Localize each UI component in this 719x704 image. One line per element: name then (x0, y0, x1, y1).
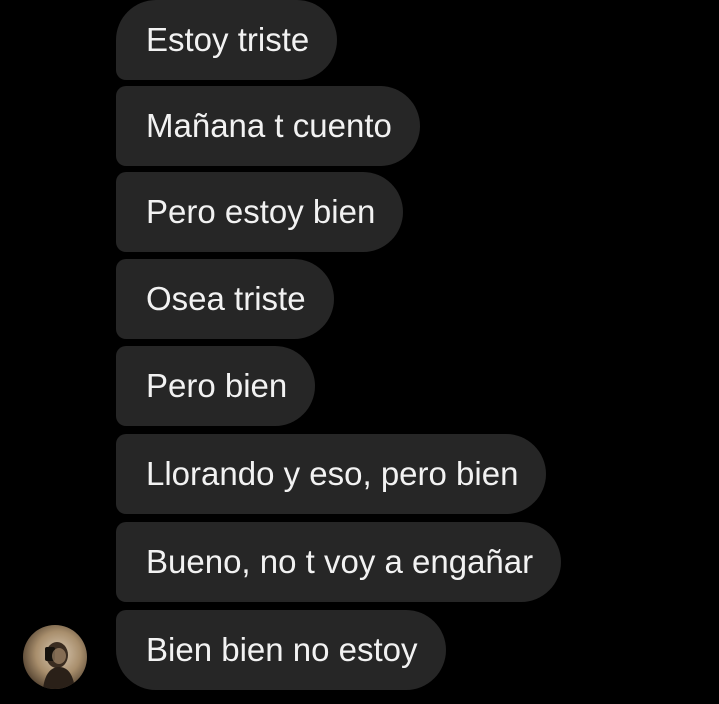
message-bubble[interactable]: Pero estoy bien (116, 172, 404, 252)
message-text: Bueno, no t voy a engañar (146, 543, 534, 580)
message-text: Llorando y eso, pero bien (146, 455, 519, 492)
message-text: Bien bien no estoy (146, 631, 418, 668)
message-bubble[interactable]: Estoy triste (116, 0, 338, 80)
message-bubble[interactable]: Pero bien (116, 346, 316, 426)
profile-photo-icon (43, 642, 75, 689)
message-text: Estoy triste (146, 21, 310, 58)
message-bubble[interactable]: Bueno, no t voy a engañar (116, 522, 562, 602)
message-text: Mañana t cuento (146, 107, 392, 144)
message-bubble[interactable]: Mañana t cuento (116, 86, 420, 166)
message-text: Pero bien (146, 367, 288, 404)
message-text: Osea triste (146, 280, 306, 317)
message-bubble[interactable]: Llorando y eso, pero bien (116, 434, 547, 514)
message-bubble[interactable]: Bien bien no estoy (116, 610, 446, 690)
sender-avatar[interactable] (23, 625, 87, 689)
message-thread: Estoy triste Mañana t cuento Pero estoy … (0, 0, 719, 704)
message-text: Pero estoy bien (146, 193, 376, 230)
message-bubble[interactable]: Osea triste (116, 259, 334, 339)
